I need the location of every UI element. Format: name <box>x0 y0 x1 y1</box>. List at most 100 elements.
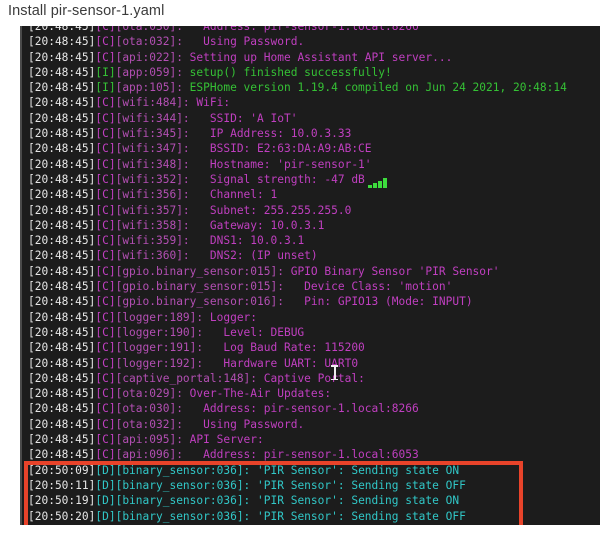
log-line: [20:48:45][I][app:059]: setup() finished… <box>28 65 600 80</box>
log-message: Hardware UART: UART0 <box>203 356 359 370</box>
log-message: setup() finished successfully! <box>182 65 392 79</box>
log-message: ESPHome version 1.19.4 compiled on Jun 2… <box>182 81 567 95</box>
log-level-badge: [C] <box>95 402 116 416</box>
log-line: [20:48:45][C][wifi:348]: Hostname: 'pir-… <box>28 157 600 172</box>
log-message: 'PIR Sensor': Sending state OFF <box>250 509 466 523</box>
log-source-tag: [gpio.binary_sensor:015]: <box>115 280 284 294</box>
log-source-tag: [ota:030]: <box>115 26 183 33</box>
log-message: 'PIR Sensor': Sending state OFF <box>250 478 466 492</box>
log-source-tag: [binary_sensor:036]: <box>115 509 251 523</box>
log-source-tag: [ota:030]: <box>115 402 183 416</box>
wifi-signal-strength-icon <box>367 173 388 189</box>
log-timestamp: [20:50:20] <box>28 509 96 523</box>
log-line: [20:48:45][C][wifi:360]: DNS2: (IP unset… <box>28 248 600 263</box>
log-source-tag: [wifi:358]: <box>115 218 190 232</box>
log-timestamp: [20:48:45] <box>28 433 96 447</box>
log-line: [20:48:45][C][ota:032]: Using Password. <box>28 34 600 49</box>
log-timestamp: [20:48:45] <box>28 356 96 370</box>
log-timestamp: [20:48:45] <box>28 249 96 263</box>
log-timestamp: [20:48:45] <box>28 111 96 125</box>
log-source-tag: [wifi:344]: <box>115 111 190 125</box>
log-message: Channel: 1 <box>189 188 278 202</box>
log-timestamp: [20:48:45] <box>28 127 96 141</box>
log-level-badge: [C] <box>95 448 116 462</box>
log-line: [20:48:45][C][logger:191]: Log Baud Rate… <box>28 340 600 355</box>
log-timestamp: [20:48:45] <box>28 325 96 339</box>
log-level-badge: [C] <box>95 341 116 355</box>
log-message: WiFi: <box>189 96 231 110</box>
log-line: [20:48:45][I][app:105]: ESPHome version … <box>28 80 600 95</box>
log-source-tag: [api:095]: <box>115 433 183 447</box>
log-source-tag: [logger:191]: <box>115 341 204 355</box>
log-source-tag: [wifi:359]: <box>115 234 190 248</box>
log-message: Hostname: 'pir-sensor-1' <box>189 157 372 171</box>
log-line: [20:48:45][C][wifi:345]: IP Address: 10.… <box>28 126 600 141</box>
log-line: [20:50:19][D][binary_sensor:036]: 'PIR S… <box>28 493 600 508</box>
log-timestamp: [20:48:45] <box>28 142 96 156</box>
log-message: BSSID: E2:63:DA:A9:AB:CE <box>189 142 372 156</box>
log-timestamp: [20:48:45] <box>28 264 96 278</box>
log-level-badge: [C] <box>95 295 116 309</box>
log-timestamp: [20:50:09] <box>28 463 96 477</box>
log-timestamp: [20:48:45] <box>28 295 96 309</box>
log-message: Using Password. <box>182 35 305 49</box>
log-message: Setting up Home Assistant API server... <box>182 50 453 64</box>
log-level-badge: [C] <box>95 433 116 447</box>
log-line: [20:50:11][D][binary_sensor:036]: 'PIR S… <box>28 478 600 493</box>
log-line: [20:48:45][C][wifi:358]: Gateway: 10.0.3… <box>28 218 600 233</box>
log-message: 'PIR Sensor': Sending state ON <box>250 463 460 477</box>
log-timestamp: [20:48:45] <box>28 81 96 95</box>
log-line: [20:48:45][C][wifi:484]: WiFi: <box>28 95 600 110</box>
log-timestamp: [20:48:45] <box>28 280 96 294</box>
log-timestamp: [20:48:45] <box>28 310 96 324</box>
log-line: [20:48:45][C][gpio.binary_sensor:015]: D… <box>28 279 600 294</box>
log-line: [20:48:45][C][ota:032]: Using Password. <box>28 417 600 432</box>
log-line: [20:48:45][C][logger:190]: Level: DEBUG <box>28 325 600 340</box>
log-timestamp: [20:48:45] <box>28 65 96 79</box>
log-source-tag: [wifi:360]: <box>115 249 190 263</box>
log-level-badge: [C] <box>95 172 116 186</box>
log-timestamp: [20:48:45] <box>28 96 96 110</box>
log-source-tag: [api:022]: <box>115 50 183 64</box>
log-level-badge: [C] <box>95 188 116 202</box>
log-level-badge: [C] <box>95 249 116 263</box>
log-source-tag: [ota:032]: <box>115 417 183 431</box>
log-terminal[interactable]: [20:48:45][C][ota:030]: Address: pir-sen… <box>20 26 600 525</box>
log-timestamp: [20:50:19] <box>28 494 96 508</box>
log-source-tag: [wifi:484]: <box>115 96 190 110</box>
log-level-badge: [C] <box>95 96 116 110</box>
log-timestamp: [20:48:45] <box>28 371 96 385</box>
log-message: Pin: GPIO13 (Mode: INPUT) <box>283 295 473 309</box>
log-message: Subnet: 255.255.255.0 <box>189 203 352 217</box>
log-level-badge: [D] <box>95 463 116 477</box>
log-level-badge: [C] <box>95 26 116 33</box>
log-timestamp: [20:48:45] <box>28 218 96 232</box>
log-timestamp: [20:48:45] <box>28 188 96 202</box>
log-level-badge: [C] <box>95 35 116 49</box>
log-level-badge: [C] <box>95 280 116 294</box>
log-line: [20:48:45][C][ota:030]: Address: pir-sen… <box>28 401 600 416</box>
log-level-badge: [C] <box>95 157 116 171</box>
log-level-badge: [C] <box>95 218 116 232</box>
log-source-tag: [binary_sensor:036]: <box>115 463 251 477</box>
log-source-tag: [wifi:347]: <box>115 142 190 156</box>
log-message: Address: pir-sensor-1.local:6053 <box>182 448 419 462</box>
log-line: [20:48:45][C][api:096]: Address: pir-sen… <box>28 447 600 462</box>
page-title: Install pir-sensor-1.yaml <box>8 3 165 19</box>
log-line: [20:50:09][D][binary_sensor:036]: 'PIR S… <box>28 463 600 478</box>
log-level-badge: [C] <box>95 371 116 385</box>
log-timestamp: [20:48:45] <box>28 341 96 355</box>
log-level-badge: [C] <box>95 127 116 141</box>
log-timestamp: [20:48:45] <box>28 402 96 416</box>
log-source-tag: [gpio.binary_sensor:015]: <box>115 264 284 278</box>
log-message: GPIO Binary Sensor 'PIR Sensor' <box>283 264 500 278</box>
log-line: [20:48:45][C][api:095]: API Server: <box>28 432 600 447</box>
log-source-tag: [wifi:348]: <box>115 157 190 171</box>
log-line: [20:48:45][C][api:022]: Setting up Home … <box>28 50 600 65</box>
log-level-badge: [C] <box>95 417 116 431</box>
log-timestamp: [20:48:45] <box>28 35 96 49</box>
log-source-tag: [wifi:357]: <box>115 203 190 217</box>
log-line: [20:48:45][C][wifi:359]: DNS1: 10.0.3.1 <box>28 233 600 248</box>
log-source-tag: [logger:190]: <box>115 325 204 339</box>
log-source-tag: [wifi:352]: <box>115 172 190 186</box>
